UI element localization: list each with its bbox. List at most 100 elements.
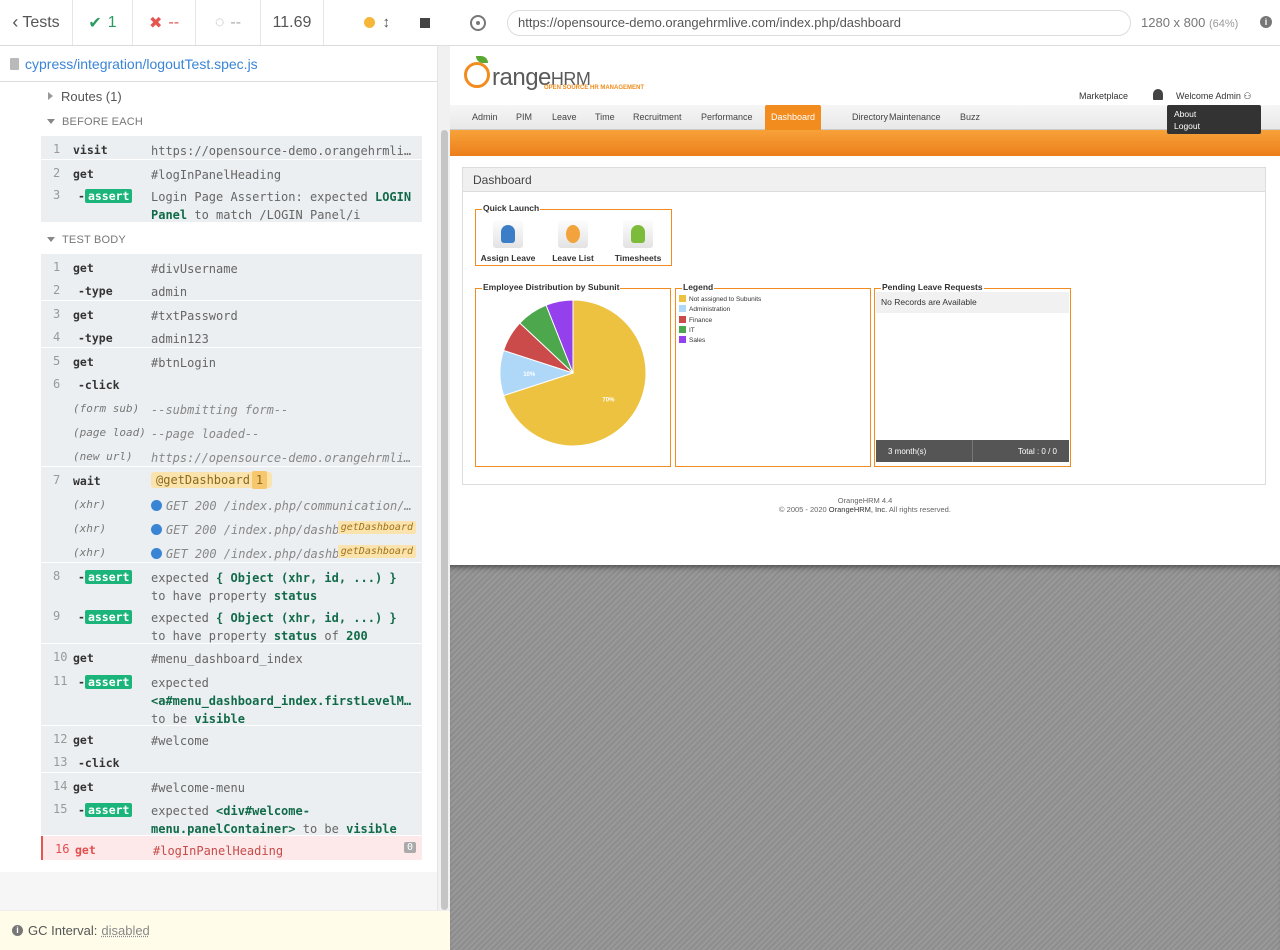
before-each-header[interactable]: BEFORE EACH xyxy=(47,116,143,128)
menu-about[interactable]: About xyxy=(1174,108,1254,120)
welcome-link[interactable]: Welcome Admin ⚇ xyxy=(1176,91,1251,102)
info-icon[interactable]: i xyxy=(1260,16,1272,28)
url-bar[interactable]: https://opensource-demo.orangehrmlive.co… xyxy=(507,10,1131,36)
viewport-info: 1280 x 800 (64%) xyxy=(1141,15,1238,30)
alias-tag: getDashboard xyxy=(337,521,416,534)
page-footer: OrangeHRM 4.4 © 2005 - 2020 OrangeHRM, I… xyxy=(450,496,1280,514)
failed-value: -- xyxy=(168,13,180,31)
msg-text: expected xyxy=(151,804,209,818)
assign-leave-icon xyxy=(493,220,523,248)
msg-text: /LOGIN Panel/i xyxy=(259,208,361,222)
command-row[interactable]: 12 get #welcome xyxy=(41,726,422,749)
quick-launch-leave-list[interactable]: Leave List xyxy=(545,220,601,263)
command-row[interactable]: 5 get #btnLogin xyxy=(41,348,422,371)
command-row[interactable]: 1 visit https://opensource-demo.orangehr… xyxy=(41,136,422,160)
passed-value: 1 xyxy=(107,13,117,31)
command-message: expected <a#menu_dashboard_index.firstLev… xyxy=(151,674,416,728)
menu-logout[interactable]: Logout xyxy=(1174,120,1254,132)
command-name: wait xyxy=(73,474,101,488)
command-number: 2 xyxy=(53,283,61,297)
failed-count: ✖ -- xyxy=(133,0,196,45)
xhr-text: GET 200 /index.php/communication/... xyxy=(166,499,416,513)
menu-leave[interactable]: Leave xyxy=(546,105,583,130)
xhr-row[interactable]: (xhr) GET 200 /index.php/dashboard/... g… xyxy=(41,515,422,539)
command-number: 7 xyxy=(53,473,61,487)
command-row[interactable]: 2 -type admin xyxy=(41,277,422,301)
command-name: get xyxy=(73,308,94,322)
menu-pim[interactable]: PIM xyxy=(510,105,538,130)
event-message: GET 200 /index.php/dashboard/... xyxy=(151,521,350,539)
assert-row[interactable]: 8 - assert expected { Object (xhr, id, ..… xyxy=(41,563,422,603)
routes-toggle[interactable]: Routes (1) xyxy=(48,89,122,104)
spec-file-link[interactable]: cypress/integration/logoutTest.spec.js xyxy=(25,56,258,72)
reporter-header: ‹ Tests ✔ 1 ✖ -- ◌ -- 11.69 ↕ xyxy=(0,0,450,46)
command-message: admin123 xyxy=(151,332,209,346)
menu-performance[interactable]: Performance xyxy=(695,105,759,130)
routes-label: Routes (1) xyxy=(61,89,122,104)
pending-value: -- xyxy=(230,13,242,31)
command-row[interactable]: 10 get #menu_dashboard_index xyxy=(41,644,422,668)
footer-copyright: © 2005 - 2020 OrangeHRM, Inc. All rights… xyxy=(450,505,1280,514)
assert-row[interactable]: 15 - assert expected <div#welcome-menu.pa… xyxy=(41,796,422,836)
pie-data-label: 70% xyxy=(602,398,615,404)
command-name: get xyxy=(75,843,96,857)
bell-icon[interactable] xyxy=(1153,89,1163,100)
failed-command-row[interactable]: 16 get #logInPanelHeading 0 xyxy=(41,836,422,860)
command-name: get xyxy=(73,651,94,665)
menu-recruitment[interactable]: Recruitment xyxy=(627,105,688,130)
footer-version: OrangeHRM 4.4 xyxy=(837,496,893,505)
caret-right-icon xyxy=(48,92,53,100)
menu-dashboard[interactable]: Dashboard xyxy=(765,105,822,130)
event-row[interactable]: (form sub) --submitting form-- xyxy=(41,395,422,419)
command-row[interactable]: 14 get #welcome-menu xyxy=(41,773,422,796)
alias-label: @getDashboard xyxy=(156,473,250,487)
event-message: --submitting form-- xyxy=(151,403,289,417)
command-number: 8 xyxy=(53,569,61,583)
menu-time[interactable]: Time xyxy=(589,105,621,130)
command-message: @getDashboard 1 xyxy=(151,471,416,489)
event-message: --page loaded-- xyxy=(151,427,260,441)
legend-item: Finance xyxy=(679,315,712,324)
command-row[interactable]: 4 -type admin123 xyxy=(41,324,422,348)
scrollbar[interactable] xyxy=(437,46,450,910)
msg-text: to match xyxy=(194,208,253,222)
menu-buzz[interactable]: Buzz xyxy=(954,105,986,130)
menu-admin[interactable]: Admin xyxy=(466,105,504,130)
command-row[interactable]: 6 -click xyxy=(41,371,422,395)
quick-launch-assign-leave[interactable]: Assign Leave xyxy=(480,220,536,263)
event-message: GET 200 /index.php/dashboard/... xyxy=(151,545,350,563)
event-row[interactable]: (new url) https://opensource-demo.orange… xyxy=(41,443,422,467)
command-row[interactable]: 13 -click xyxy=(41,749,422,773)
xhr-row[interactable]: (xhr) GET 200 /index.php/dashboard/... g… xyxy=(41,539,422,563)
command-number: 14 xyxy=(53,779,68,793)
assert-row[interactable]: 9 - assert expected { Object (xhr, id, ..… xyxy=(41,603,422,644)
legend-label: Administration xyxy=(689,306,731,314)
welcome-text: Welcome Admin xyxy=(1176,91,1241,101)
assert-row[interactable]: 3 - assert Login Page Assertion: expected… xyxy=(41,182,422,222)
scrollbar-thumb[interactable] xyxy=(441,130,448,910)
footer-company-link[interactable]: OrangeHRM, Inc. xyxy=(829,505,887,514)
command-row[interactable]: 7 wait @getDashboard 1 xyxy=(41,467,422,491)
command-number: 4 xyxy=(53,330,61,344)
quick-launch-timesheets[interactable]: Timesheets xyxy=(610,220,666,263)
passed-count: ✔ 1 xyxy=(73,0,133,45)
selector-playground-icon[interactable] xyxy=(470,15,486,31)
stop-icon[interactable] xyxy=(420,17,430,28)
xhr-row[interactable]: (xhr) GET 200 /index.php/communication/.… xyxy=(41,491,422,515)
assert-row[interactable]: 11 - assert expected <a#menu_dashboard_ind… xyxy=(41,668,422,726)
menu-maintenance[interactable]: Maintenance xyxy=(883,105,947,130)
command-name: -click xyxy=(78,756,120,770)
legend-item: Not assigned to Subunits xyxy=(679,295,761,303)
autoscroll-toggle-icon[interactable]: ↕ xyxy=(383,14,391,31)
marketplace-link[interactable]: Marketplace xyxy=(1079,91,1128,101)
command-row[interactable]: 2 get #logInPanelHeading xyxy=(41,160,422,182)
tests-back-button[interactable]: ‹ Tests xyxy=(0,0,73,45)
test-body-header[interactable]: TEST BODY xyxy=(47,234,126,246)
event-row[interactable]: (page load) --page loaded-- xyxy=(41,419,422,443)
divider xyxy=(972,440,973,462)
gc-value[interactable]: disabled xyxy=(101,923,149,938)
command-row[interactable]: 3 get #txtPassword xyxy=(41,301,422,324)
command-row[interactable]: 1 get #divUsername xyxy=(41,254,422,277)
duration: 11.69 xyxy=(261,0,324,45)
msg-strong: visible xyxy=(346,822,397,836)
